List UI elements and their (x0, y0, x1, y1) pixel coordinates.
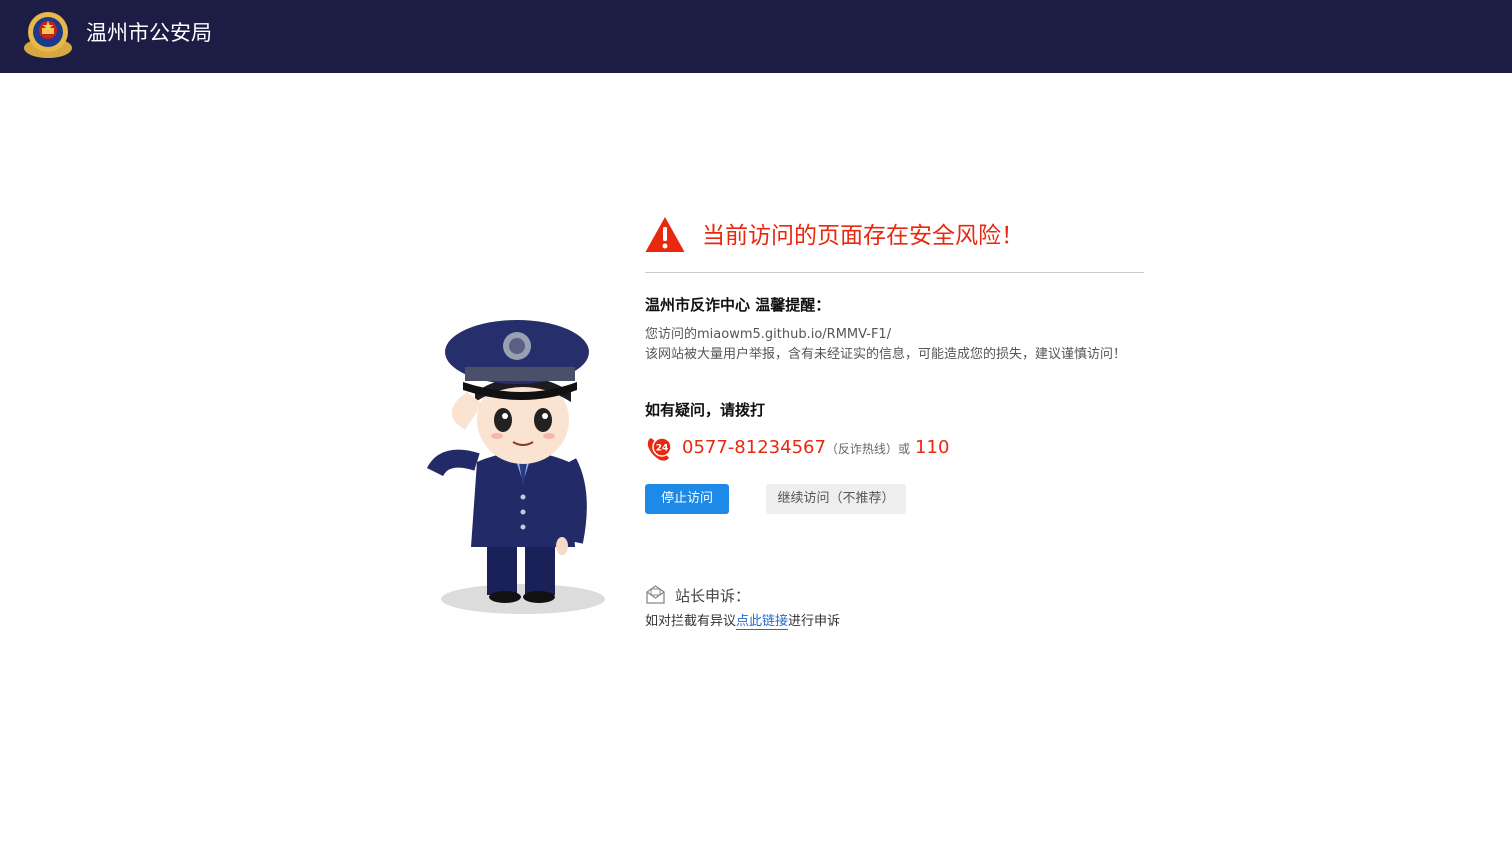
svg-text:24: 24 (656, 444, 669, 454)
phone-24-icon: 24 (647, 437, 672, 461)
hotline-row: 0577-81234567（反诈热线）或 110 (682, 434, 949, 463)
emergency-number[interactable]: 110 (915, 437, 949, 458)
warning-triangle-icon (645, 217, 685, 252)
hotline-number[interactable]: 0577-81234567 (682, 437, 826, 458)
continue-visit-button[interactable]: 继续访问（不推荐） (766, 484, 906, 514)
appeal-prefix: 如对拦截有异议 (645, 614, 737, 629)
risk-description: 该网站被大量用户举报，含有未经证实的信息，可能造成您的损失，建议谨慎访问！ (645, 347, 1127, 362)
mail-icon (646, 585, 665, 604)
appeal-suffix: 进行申诉 (788, 614, 841, 629)
or-text: 或 (897, 442, 910, 456)
saluting-policeman-icon (426, 320, 605, 614)
risk-message: 您访问的miaowm5.github.io/RMMV-F1/ 该网站被大量用户举… (645, 325, 1140, 365)
appeal-title: 站长申诉： (675, 587, 751, 605)
hotline-note: （反诈热线） (825, 442, 898, 456)
appeal-text: 如对拦截有异议点此链接进行申诉 (645, 612, 840, 632)
reminder-title: 温州市反诈中心 温馨提醒： (645, 296, 831, 314)
visited-url-text: 您访问的miaowm5.github.io/RMMV-F1/ (645, 327, 892, 342)
page-header-title: 温州市公安局 (86, 21, 212, 45)
warning-title: 当前访问的页面存在安全风险！ (702, 223, 1024, 249)
appeal-link[interactable]: 点此链接 (736, 614, 789, 630)
section-divider (645, 272, 1144, 273)
police-emblem-icon (24, 12, 72, 58)
top-header-bar: 温州市公安局 (0, 0, 1512, 73)
stop-visit-button[interactable]: 停止访问 (645, 484, 729, 514)
contact-prompt: 如有疑问，请拨打 (645, 401, 766, 419)
